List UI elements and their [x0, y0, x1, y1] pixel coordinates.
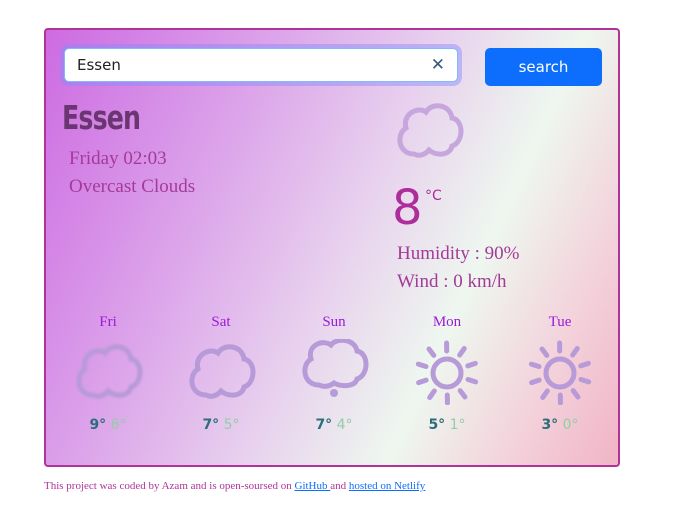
- forecast-day: Sun 7° 4°: [278, 314, 390, 433]
- forecast-min: 4°: [336, 417, 353, 433]
- forecast-max: 7°: [202, 417, 220, 433]
- forecast-day-name: Tue: [548, 314, 572, 330]
- search-value: Essen: [77, 56, 121, 74]
- search-button[interactable]: search: [485, 48, 602, 86]
- forecast-day: Tue 3° 0°: [504, 314, 616, 433]
- forecast-day-name: Mon: [432, 314, 462, 330]
- close-icon[interactable]: ✕: [431, 49, 445, 81]
- temperature-unit: °C: [425, 188, 442, 204]
- forecast-min: 0°: [562, 417, 579, 433]
- footer-text: This project was coded by Azam and is op…: [44, 480, 295, 492]
- forecast-day-name: Fri: [99, 314, 117, 330]
- netlify-link[interactable]: hosted on Netlify: [349, 480, 425, 492]
- weather-description: Overcast Clouds: [69, 176, 196, 197]
- github-link[interactable]: GitHub: [295, 480, 331, 492]
- cloud-icon: [397, 103, 464, 158]
- sun-icon: [415, 340, 479, 405]
- wind: Wind : 0 km/h: [397, 271, 507, 292]
- cloud-icon: [189, 344, 256, 399]
- weather-card: Essen ✕ search Essen Friday 02:03 Overca…: [44, 28, 620, 467]
- sun-icon: [528, 340, 592, 405]
- city-name: Essen: [62, 98, 141, 137]
- forecast-day-name: Sat: [211, 314, 231, 330]
- forecast-day: Mon 5° 1°: [391, 314, 503, 433]
- forecast-max: 9°: [89, 417, 107, 433]
- humidity: Humidity : 90%: [397, 243, 520, 264]
- forecast-max: 7°: [315, 417, 333, 433]
- forecast-day: Fri 9° 6°: [52, 314, 164, 433]
- footer-and: and: [330, 480, 349, 492]
- forecast-day: Sat 7° 5°: [165, 314, 277, 433]
- current-datetime: Friday 02:03: [69, 148, 167, 169]
- forecast-min: 5°: [223, 417, 240, 433]
- city-search-input[interactable]: Essen ✕: [64, 48, 458, 82]
- forecast-max: 5°: [428, 417, 446, 433]
- cloud-drizzle-icon: [302, 339, 369, 397]
- footer: This project was coded by Azam and is op…: [44, 480, 425, 492]
- cloud-icon: [76, 344, 143, 399]
- forecast-min: 1°: [449, 417, 466, 433]
- forecast-min: 6°: [110, 417, 127, 433]
- current-temperature: 8: [392, 180, 423, 236]
- forecast-day-name: Sun: [322, 314, 346, 330]
- forecast-max: 3°: [541, 417, 559, 433]
